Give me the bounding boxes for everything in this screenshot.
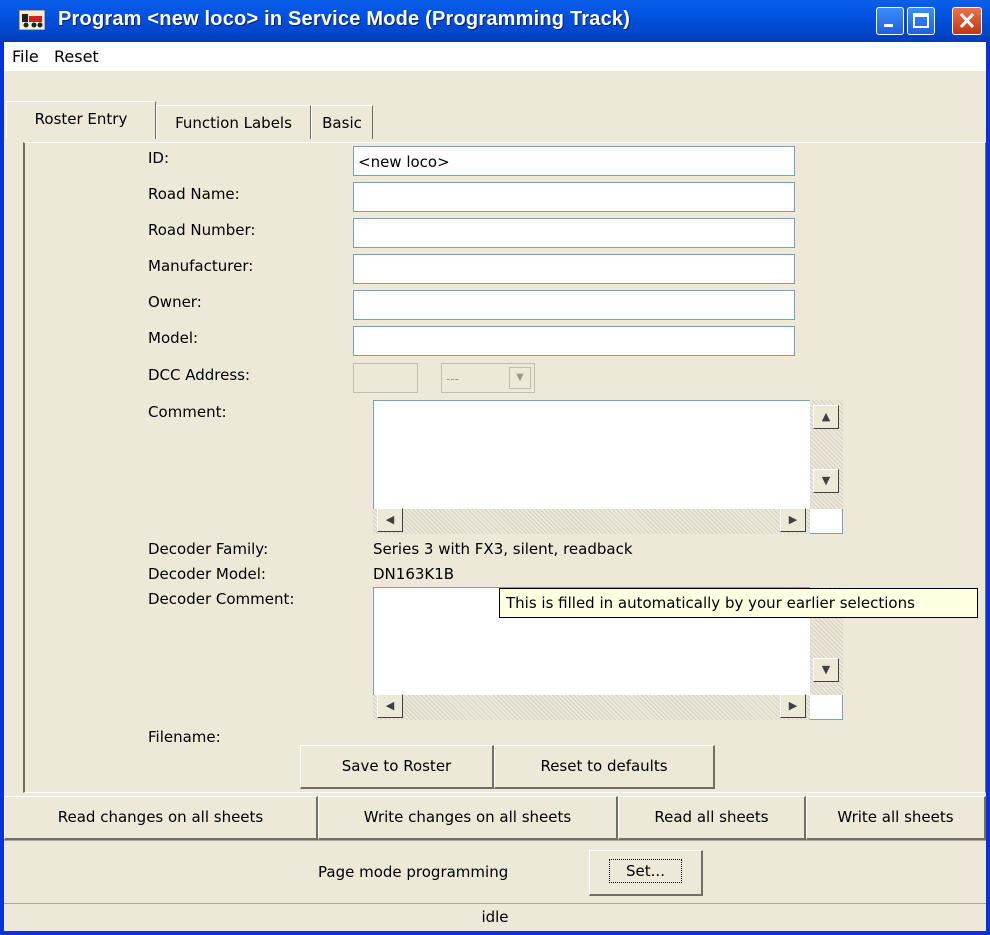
chevron-down-icon[interactable]: ▼ (509, 367, 531, 389)
tab-function-labels[interactable]: Function Labels (156, 105, 311, 139)
status-bar: idle (4, 903, 986, 932)
owner-label: Owner: (148, 293, 202, 311)
comment-textarea[interactable]: ▲ ▼ ◀ ▶ (373, 400, 843, 534)
menu-bar: File Reset (4, 42, 986, 71)
model-field[interactable] (353, 326, 795, 356)
tab-basic[interactable]: Basic (311, 105, 373, 139)
scroll-right-icon[interactable]: ▶ (780, 508, 806, 532)
scroll-up-icon[interactable]: ▲ (813, 405, 839, 429)
dcc-address-type-value: --- (446, 372, 459, 386)
reset-to-defaults-button[interactable]: Reset to defaults (494, 745, 715, 789)
maximize-icon (913, 13, 929, 28)
save-to-roster-button[interactable]: Save to Roster (300, 745, 494, 789)
scroll-down-icon[interactable]: ▼ (813, 658, 839, 682)
decoder-comment-horizontal-scrollbar[interactable] (373, 695, 810, 720)
dcc-address-label: DCC Address: (148, 366, 251, 384)
write-all-sheets-button[interactable]: Write all sheets (806, 796, 986, 840)
read-changes-all-sheets-button[interactable]: Read changes on all sheets (4, 796, 318, 840)
scroll-down-icon[interactable]: ▼ (813, 469, 839, 493)
minimize-icon (884, 24, 893, 27)
set-button-label: Set... (609, 859, 682, 883)
filename-label: Filename: (148, 728, 221, 746)
title-bar[interactable]: Program <new loco> in Service Mode (Prog… (0, 0, 990, 42)
decoder-model-value: DN163K1B (373, 565, 455, 583)
comment-label: Comment: (148, 403, 227, 421)
programming-mode-label: Page mode programming (318, 863, 509, 881)
model-label: Model: (148, 329, 199, 347)
road-name-label: Road Name: (148, 185, 240, 203)
decoder-family-value: Series 3 with FX3, silent, readback (373, 540, 633, 558)
status-text: idle (481, 908, 509, 926)
id-label: ID: (148, 149, 170, 167)
scroll-left-icon[interactable]: ◀ (377, 694, 403, 718)
close-button[interactable] (952, 7, 982, 35)
manufacturer-field[interactable] (353, 254, 795, 284)
owner-field[interactable] (353, 290, 795, 320)
set-programming-mode-button[interactable]: Set... (589, 850, 703, 896)
dcc-address-type-select[interactable]: --- ▼ (441, 363, 535, 393)
decoder-comment-label: Decoder Comment: (148, 590, 295, 608)
read-all-sheets-button[interactable]: Read all sheets (618, 796, 806, 840)
decoder-family-label: Decoder Family: (148, 540, 269, 558)
tab-roster-entry[interactable]: Roster Entry (6, 101, 156, 139)
menu-reset[interactable]: Reset (54, 47, 99, 66)
manufacturer-label: Manufacturer: (148, 257, 254, 275)
tooltip: This is filled in automatically by your … (499, 588, 978, 618)
program-window: Program <new loco> in Service Mode (Prog… (0, 0, 990, 935)
maximize-button[interactable] (907, 7, 935, 35)
train-icon (19, 10, 45, 30)
road-name-field[interactable] (353, 182, 795, 212)
close-icon (959, 12, 975, 29)
menu-file[interactable]: File (12, 47, 39, 66)
id-field[interactable]: <new loco> (353, 146, 795, 176)
dcc-address-field[interactable] (353, 363, 418, 393)
road-number-label: Road Number: (148, 221, 256, 239)
minimize-button[interactable] (876, 7, 904, 35)
decoder-model-label: Decoder Model: (148, 565, 266, 583)
scroll-right-icon[interactable]: ▶ (780, 694, 806, 718)
programming-mode-bar: Page mode programming Set... (4, 840, 986, 904)
write-changes-all-sheets-button[interactable]: Write changes on all sheets (318, 796, 618, 840)
scroll-left-icon[interactable]: ◀ (377, 508, 403, 532)
road-number-field[interactable] (353, 218, 795, 248)
comment-horizontal-scrollbar[interactable] (373, 509, 810, 534)
window-title: Program <new loco> in Service Mode (Prog… (58, 8, 631, 30)
tab-strip: Roster Entry Function Labels Basic (4, 71, 986, 142)
